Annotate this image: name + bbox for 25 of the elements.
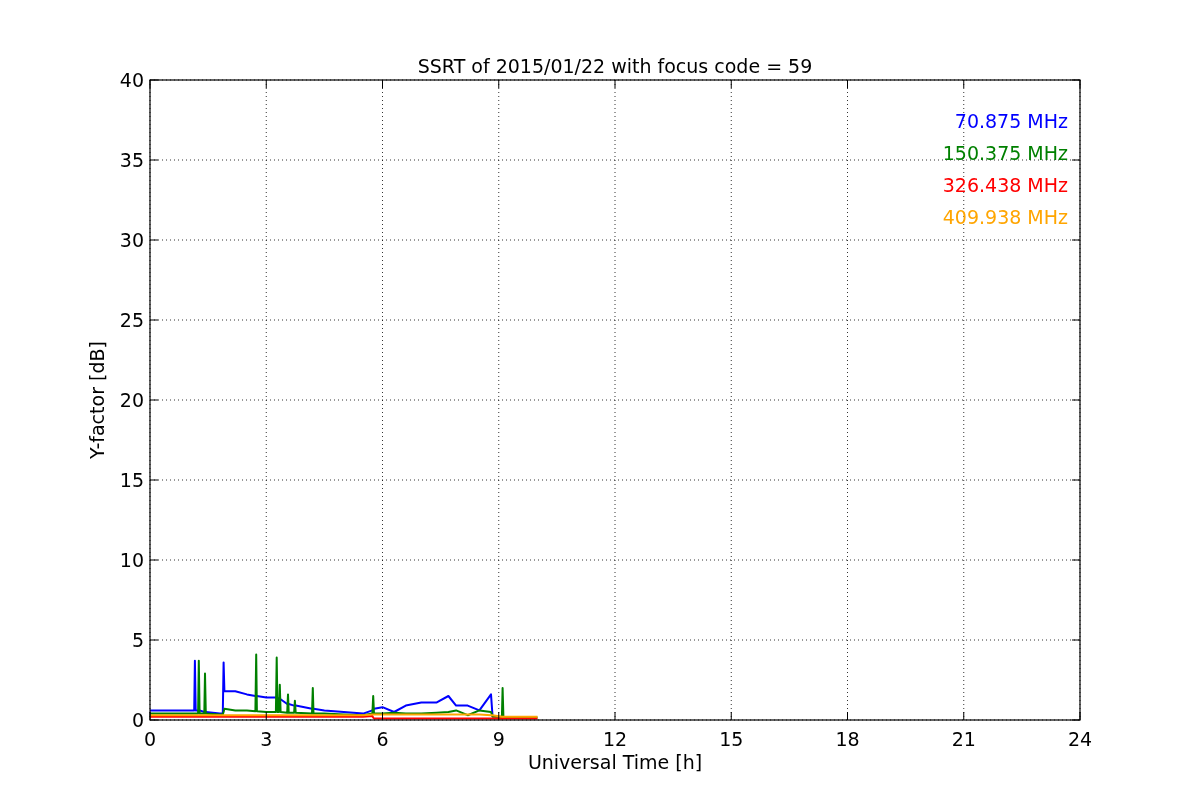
x-tick-label: 18 xyxy=(835,728,860,750)
y-tick-label: 0 xyxy=(131,709,144,731)
y-axis-label: Y-factor [dB] xyxy=(86,341,108,459)
y-tick-label: 30 xyxy=(119,229,144,251)
y-tick-label: 5 xyxy=(131,629,144,651)
x-tick-label: 15 xyxy=(719,728,744,750)
legend-label: 409.938 MHz xyxy=(942,206,1068,228)
y-tick-label: 40 xyxy=(119,69,144,91)
chart-title: SSRT of 2015/01/22 with focus code = 59 xyxy=(417,55,813,77)
x-tick-label: 9 xyxy=(492,728,505,750)
legend-label: 150.375 MHz xyxy=(942,142,1068,164)
y-tick-label: 35 xyxy=(119,149,144,171)
legend-label: 326.438 MHz xyxy=(942,174,1068,196)
x-tick-label: 6 xyxy=(376,728,389,750)
y-tick-label: 15 xyxy=(119,469,144,491)
x-tick-label: 0 xyxy=(143,728,157,750)
y-tick-label: 20 xyxy=(119,389,144,411)
x-tick-label: 12 xyxy=(602,728,628,750)
y-tick-label: 10 xyxy=(119,549,144,571)
x-axis-label: Universal Time [h] xyxy=(527,751,703,773)
y-tick-label: 25 xyxy=(119,309,144,331)
x-tick-label: 3 xyxy=(260,728,273,750)
x-tick-label: 24 xyxy=(1067,728,1093,750)
legend-label: 70.875 MHz xyxy=(954,110,1068,132)
x-tick-label: 21 xyxy=(951,728,976,750)
